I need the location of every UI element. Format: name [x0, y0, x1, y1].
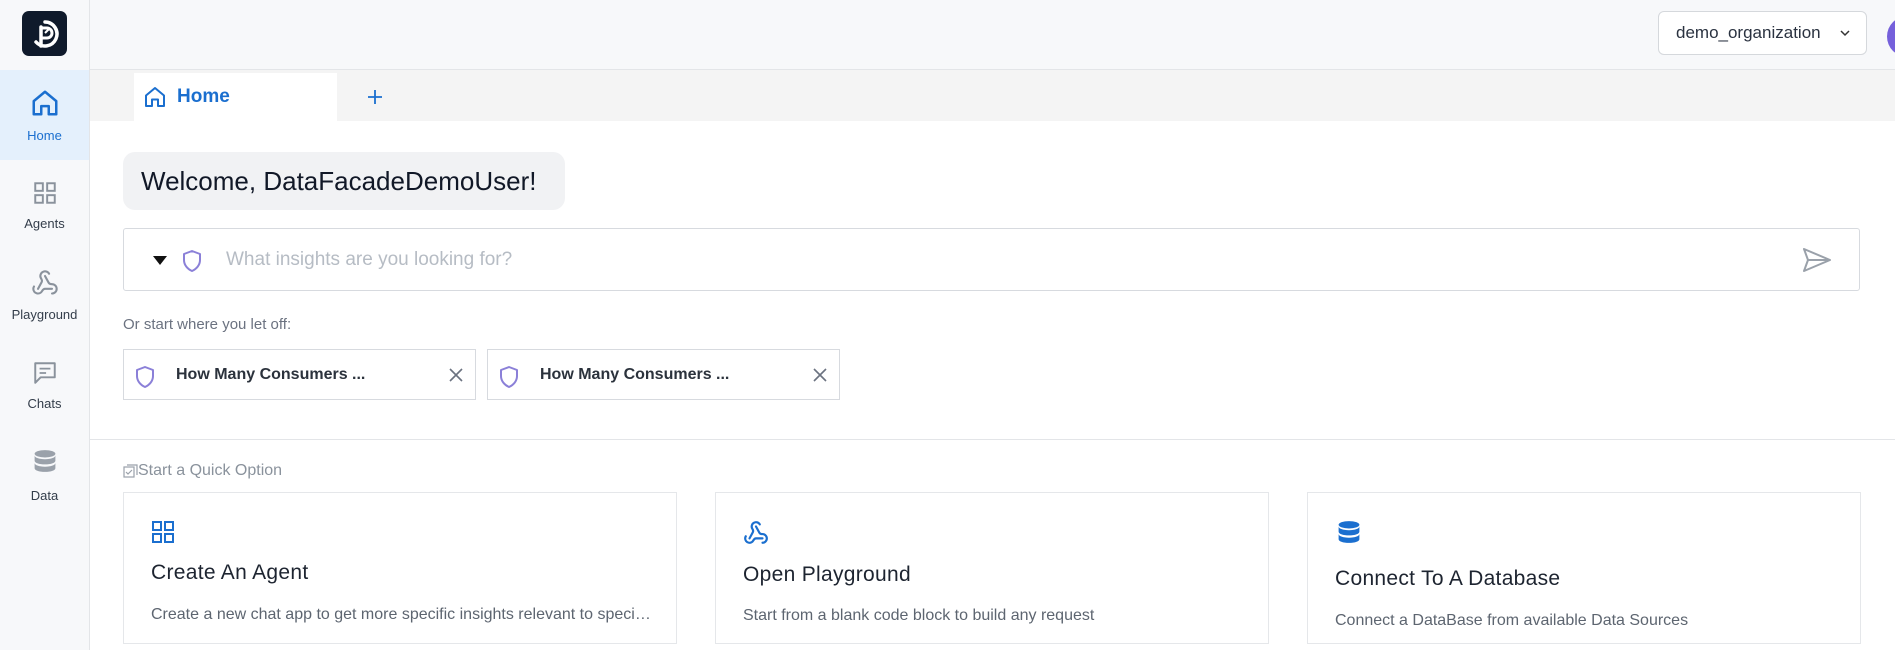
card-title: Connect To A Database [1335, 567, 1561, 590]
shield-icon [136, 366, 154, 388]
sidebar-item-home[interactable]: Home [0, 70, 89, 160]
grid-icon [33, 181, 56, 204]
card-description: Connect a DataBase from available Data S… [1335, 612, 1689, 629]
plus-icon [368, 90, 382, 104]
webhook-icon [31, 269, 58, 295]
webhook-icon [744, 521, 768, 544]
recent-chat-label: How Many Consumers ... [540, 366, 730, 383]
database-icon [1338, 521, 1360, 543]
organization-select-value: demo_organization [1676, 23, 1821, 42]
sidebar-item-label: Home [27, 127, 62, 143]
card-description: Start from a blank code block to build a… [743, 607, 1095, 624]
logo-icon [33, 19, 59, 48]
welcome-heading: Welcome, DataFacadeDemoUser! [123, 152, 565, 210]
top-bar: demo_organization D [90, 0, 1895, 70]
insights-search-box [123, 228, 1860, 291]
sidebar-item-label: Chats [27, 395, 62, 411]
card-description: Create a new chat app to get more specif… [151, 606, 651, 623]
shield-icon [500, 366, 518, 388]
card-title: Create An Agent [151, 561, 309, 584]
quick-option-label: Start a Quick Option [138, 462, 283, 479]
sidebar-item-label: Agents [24, 215, 65, 231]
close-icon[interactable] [448, 367, 464, 383]
organization-select[interactable]: demo_organization [1658, 11, 1867, 55]
sidebar-item-chats[interactable]: Chats [0, 340, 89, 430]
grid-icon [152, 521, 174, 543]
card-title: Open Playground [743, 563, 911, 586]
checklist-icon [123, 464, 138, 478]
connect-database-card[interactable]: Connect To A Database Connect a DataBase… [1307, 492, 1861, 644]
section-divider [90, 439, 1895, 440]
database-icon [34, 449, 55, 472]
chat-icon [33, 361, 56, 384]
sidebar-item-playground[interactable]: Playground [0, 250, 89, 340]
add-tab-button[interactable] [358, 80, 392, 114]
tab-strip: Home [90, 70, 1895, 121]
tab-label: Home [177, 86, 230, 107]
open-playground-card[interactable]: Open Playground Start from a blank code … [715, 492, 1269, 644]
home-icon [145, 87, 165, 107]
sidebar-item-agents[interactable]: Agents [0, 160, 89, 250]
shield-icon[interactable] [181, 249, 203, 273]
app-logo[interactable] [22, 11, 67, 56]
caret-down-icon[interactable] [152, 255, 168, 266]
recent-chat-item[interactable]: How Many Consumers ... [487, 349, 840, 400]
chevron-down-icon [1840, 30, 1850, 37]
tab-home[interactable]: Home [134, 73, 337, 121]
insights-search-input[interactable] [226, 243, 1726, 277]
quick-option-heading: Start a Quick Option [123, 462, 282, 480]
sidebar: Home Agents Playground Chats Data [0, 0, 90, 650]
sidebar-item-label: Playground [11, 306, 78, 322]
create-agent-card[interactable]: Create An Agent Create a new chat app to… [123, 492, 677, 644]
sidebar-item-data[interactable]: Data [0, 430, 89, 520]
close-icon[interactable] [812, 367, 828, 383]
recent-chat-item[interactable]: How Many Consumers ... [123, 349, 476, 400]
recent-chat-label: How Many Consumers ... [176, 366, 366, 383]
sidebar-item-label: Data [30, 487, 59, 503]
send-icon[interactable] [1802, 246, 1832, 274]
home-icon [32, 90, 57, 115]
resume-label: Or start where you let off: [123, 316, 292, 333]
avatar[interactable]: D [1887, 16, 1895, 57]
